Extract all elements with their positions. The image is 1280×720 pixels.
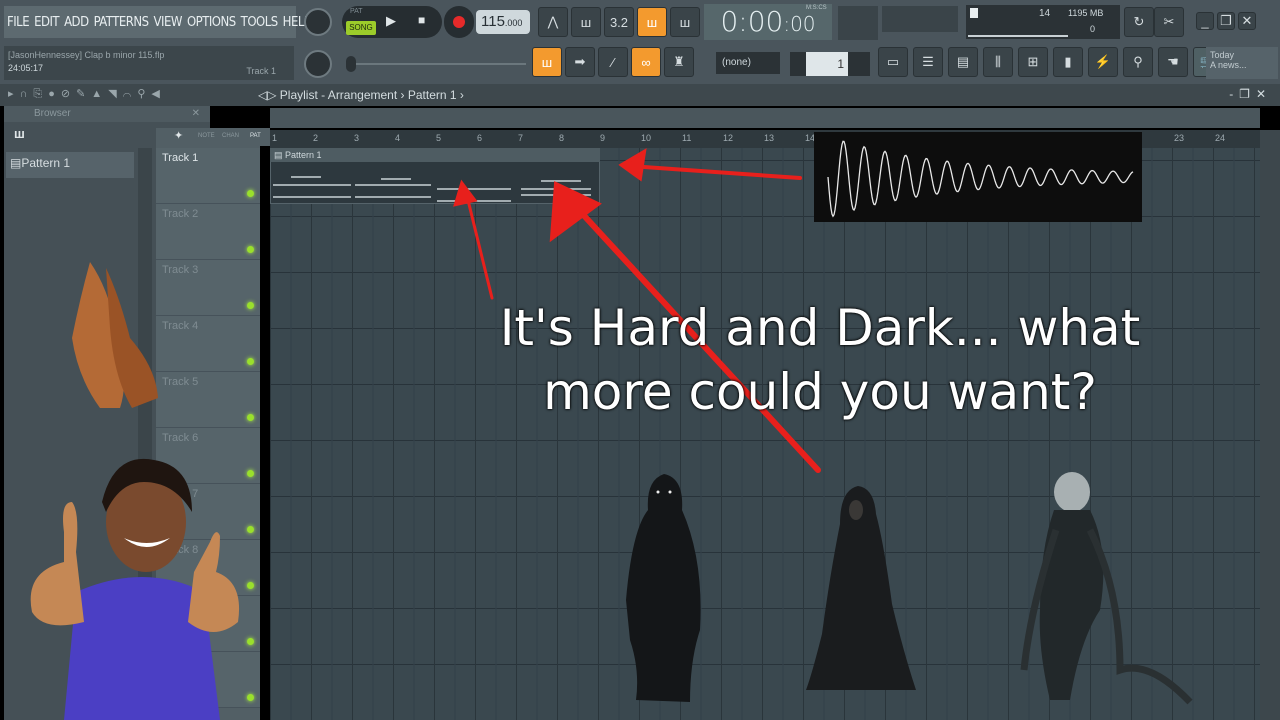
overlay-caption: It's Hard and Dark... what more could yo…: [430, 296, 1210, 424]
caption-line-2: more could you want?: [543, 363, 1097, 421]
hooded-figure-2-image: [806, 486, 916, 690]
thumbs-up-man-image: [30, 458, 240, 720]
praying-hands-image: [72, 262, 158, 408]
arrowhead-1: [618, 148, 647, 182]
arrowhead-3: [549, 180, 602, 243]
caption-line-1: It's Hard and Dark... what: [499, 299, 1141, 357]
creature-figure-image: [1020, 472, 1193, 705]
arrow-to-notes: [464, 190, 494, 300]
arrowhead-2: [453, 179, 478, 207]
hooded-figure-1-image: [626, 474, 701, 702]
arrow-to-clip-end: [628, 164, 802, 180]
